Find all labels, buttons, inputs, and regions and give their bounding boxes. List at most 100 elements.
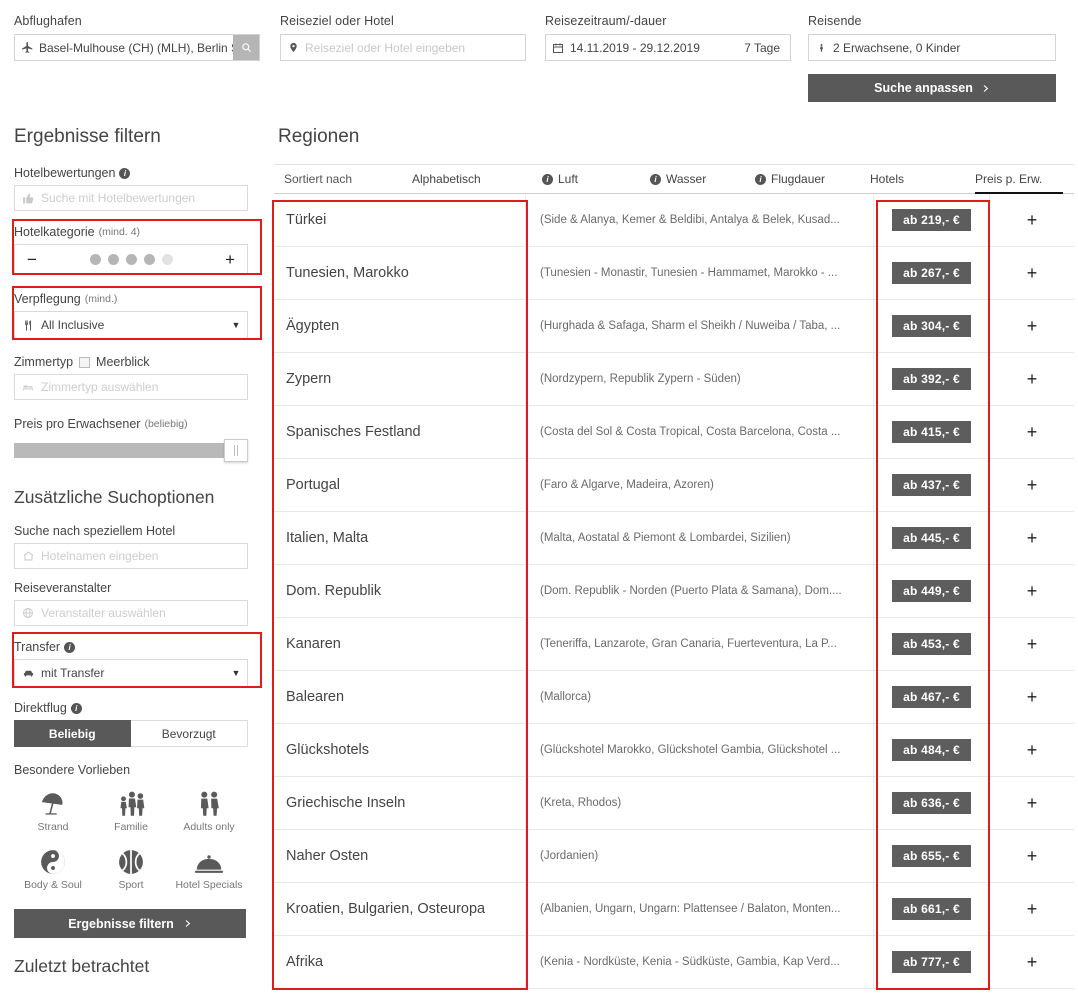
region-subregions: (Nordzypern, Republik Zypern - Süden) xyxy=(526,353,874,405)
filter-sidebar: Ergebnisse filtern Hotelbewertungen i Su… xyxy=(0,118,262,977)
region-name: Portugal xyxy=(274,459,526,511)
add-region-button[interactable]: + xyxy=(990,618,1074,670)
direct-flight-option-any[interactable]: Beliebig xyxy=(14,720,131,747)
info-icon[interactable]: i xyxy=(542,174,553,185)
info-icon[interactable]: i xyxy=(650,174,661,185)
travel-period-field: Reisezeitraum/-dauer 14.11.2019 - 29.12.… xyxy=(545,14,791,61)
preference-strand[interactable]: Strand xyxy=(14,787,92,833)
info-icon[interactable]: i xyxy=(755,174,766,185)
table-row[interactable]: Glückshotels(Glückshotel Marokko, Glücks… xyxy=(274,724,1074,777)
sort-tab-flugdauer[interactable]: i Flugdauer xyxy=(755,165,870,193)
direct-flight-toggle[interactable]: Beliebig Bevorzugt xyxy=(14,720,248,747)
preferences-grid: Strand Familie xyxy=(14,787,248,891)
add-region-button[interactable]: + xyxy=(990,512,1074,564)
table-row[interactable]: Türkei(Side & Alanya, Kemer & Beldibi, A… xyxy=(274,194,1074,247)
region-subregions: (Kenia - Nordküste, Kenia - Südküste, Ga… xyxy=(526,936,874,988)
sort-tab-label: Preis p. Erw. xyxy=(975,172,1042,186)
table-row[interactable]: Griechische Inseln(Kreta, Rhodos) ab 636,… xyxy=(274,777,1074,830)
region-subregions: (Faro & Algarve, Madeira, Azoren) xyxy=(526,459,874,511)
price-badge: ab 449,- € xyxy=(892,580,971,602)
travellers-input[interactable]: 2 Erwachsene, 0 Kinder xyxy=(808,34,1056,61)
add-region-button[interactable]: + xyxy=(990,194,1074,246)
info-icon[interactable]: i xyxy=(64,642,75,653)
add-region-button[interactable]: + xyxy=(990,300,1074,352)
transfer-select[interactable]: mit Transfer ▼ xyxy=(14,659,248,687)
price-badge: ab 661,- € xyxy=(892,898,971,920)
board-select[interactable]: All Inclusive ▼ xyxy=(14,311,248,339)
region-name: Griechische Inseln xyxy=(274,777,526,829)
price-slider-handle[interactable] xyxy=(224,439,248,462)
sort-by-label: Sortiert nach xyxy=(274,165,412,193)
add-region-button[interactable]: + xyxy=(990,883,1074,935)
add-region-button[interactable]: + xyxy=(990,936,1074,988)
table-row[interactable]: Zypern(Nordzypern, Republik Zypern - Süd… xyxy=(274,353,1074,406)
hotel-category-stepper[interactable]: − + xyxy=(14,244,248,274)
hotel-ratings-input[interactable]: Suche mit Hotelbewertungen xyxy=(14,185,248,211)
price-badge: ab 415,- € xyxy=(892,421,971,443)
region-price-cell: ab 655,- € xyxy=(874,830,990,882)
destination-field: Reiseziel oder Hotel Reiseziel oder Hote… xyxy=(280,14,526,61)
apply-filters-button[interactable]: Ergebnisse filtern xyxy=(14,909,246,938)
adjust-search-button[interactable]: Suche anpassen xyxy=(808,74,1056,102)
chevron-down-icon[interactable]: ▼ xyxy=(225,320,247,330)
sort-tabs: Sortiert nach Alphabetisch i Luft i Wass… xyxy=(274,164,1074,194)
add-region-button[interactable]: + xyxy=(990,565,1074,617)
table-row[interactable]: Spanisches Festland(Costa del Sol & Cost… xyxy=(274,406,1074,459)
tour-operator-select[interactable]: Veranstalter auswählen xyxy=(14,600,248,626)
table-row[interactable]: Tunesien, Marokko(Tunesien - Monastir, T… xyxy=(274,247,1074,300)
table-row[interactable]: Ägypten(Hurghada & Safaga, Sharm el Shei… xyxy=(274,300,1074,353)
direct-flight-option-preferred[interactable]: Bevorzugt xyxy=(131,720,249,747)
add-region-button[interactable]: + xyxy=(990,406,1074,458)
travel-period-input[interactable]: 14.11.2019 - 29.12.2019 7 Tage xyxy=(545,34,791,61)
hotel-category-decrease-button[interactable]: − xyxy=(27,251,37,268)
sort-tab-label: Flugdauer xyxy=(771,172,825,186)
price-badge: ab 636,- € xyxy=(892,792,971,814)
add-region-button[interactable]: + xyxy=(990,247,1074,299)
table-row[interactable]: Naher Osten(Jordanien)ab 655,- €+ xyxy=(274,830,1074,883)
preference-hotel-specials[interactable]: Hotel Specials xyxy=(170,845,248,891)
add-region-button[interactable]: + xyxy=(990,353,1074,405)
specific-hotel-label: Suche nach speziellem Hotel xyxy=(14,524,248,538)
preference-familie[interactable]: Familie xyxy=(92,787,170,833)
car-icon xyxy=(15,668,41,679)
preference-sport[interactable]: Sport xyxy=(92,845,170,891)
sort-tab-wasser[interactable]: i Wasser xyxy=(650,165,755,193)
specific-hotel-input[interactable]: Hotelnamen eingeben xyxy=(14,543,248,569)
extra-options-title: Zusätzliche Suchoptionen xyxy=(14,487,248,508)
destination-input[interactable]: Reiseziel oder Hotel eingeben xyxy=(280,34,526,61)
info-icon[interactable]: i xyxy=(119,168,130,179)
region-name: Italien, Malta xyxy=(274,512,526,564)
info-icon[interactable]: i xyxy=(71,703,82,714)
sort-tab-alphabetisch[interactable]: Alphabetisch xyxy=(412,165,542,193)
sort-tab-preis-p-erw[interactable]: Preis p. Erw. xyxy=(975,165,1063,193)
add-region-button[interactable]: + xyxy=(990,671,1074,723)
bed-icon xyxy=(15,382,41,393)
departure-airport-input[interactable]: Basel-Mulhouse (CH) (MLH), Berlin Sc xyxy=(14,34,260,61)
thumbs-up-icon xyxy=(15,192,41,205)
search-submit-button[interactable] xyxy=(233,35,259,60)
table-row[interactable]: Dom. Republik(Dom. Republik - Norden (Pu… xyxy=(274,565,1074,618)
sea-view-checkbox[interactable] xyxy=(79,357,90,368)
add-region-button[interactable]: + xyxy=(990,724,1074,776)
add-region-button[interactable]: + xyxy=(990,830,1074,882)
table-row[interactable]: Kroatien, Bulgarien, Osteuropa(Albanien,… xyxy=(274,883,1074,936)
add-region-button[interactable]: + xyxy=(990,459,1074,511)
table-row[interactable]: Afrika(Kenia - Nordküste, Kenia - Südküs… xyxy=(274,936,1074,989)
preference-body-and-soul[interactable]: Body & Soul xyxy=(14,845,92,891)
table-row[interactable]: Portugal(Faro & Algarve, Madeira, Azoren… xyxy=(274,459,1074,512)
price-slider[interactable] xyxy=(14,439,248,461)
hotel-category-dots xyxy=(90,254,173,265)
hotel-category-increase-button[interactable]: + xyxy=(225,251,235,268)
table-row[interactable]: Balearen(Mallorca)ab 467,- €+ xyxy=(274,671,1074,724)
board-label: Verpflegung xyxy=(14,292,81,306)
chevron-down-icon[interactable]: ▼ xyxy=(225,668,247,678)
room-type-select[interactable]: Zimmertyp auswählen xyxy=(14,374,248,400)
table-row[interactable]: Kanaren(Teneriffa, Lanzarote, Gran Canar… xyxy=(274,618,1074,671)
region-subregions: (Kreta, Rhodos) xyxy=(526,777,874,829)
home-icon xyxy=(15,550,41,562)
sort-tab-luft[interactable]: i Luft xyxy=(542,165,650,193)
table-row[interactable]: Italien, Malta(Malta, Aostatal & Piemont… xyxy=(274,512,1074,565)
preference-adults-only[interactable]: Adults only xyxy=(170,787,248,833)
add-region-button[interactable]: + xyxy=(990,777,1074,829)
sort-tab-hotels[interactable]: Hotels xyxy=(870,165,975,193)
